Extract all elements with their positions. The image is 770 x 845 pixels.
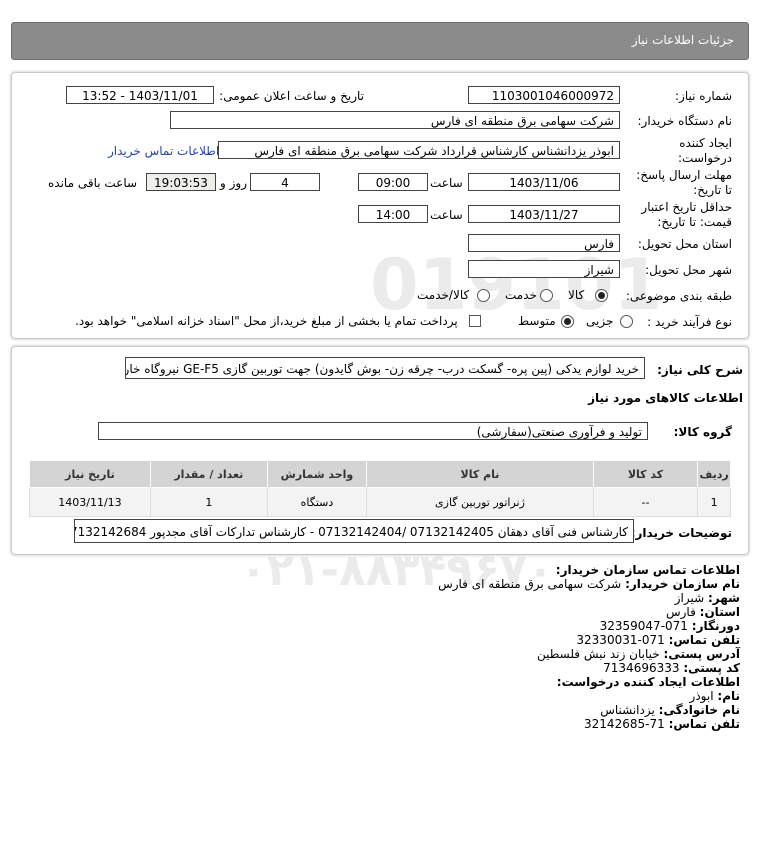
city-field[interactable]: شیراز bbox=[468, 260, 620, 278]
buyer-contact-link[interactable]: اطلاعات تماس خریدار bbox=[108, 144, 219, 158]
contact-phone: 071-32330031 bbox=[576, 633, 665, 647]
remaining-label: ساعت باقی مانده bbox=[48, 176, 138, 190]
process-option-minor: جزیی bbox=[586, 314, 614, 328]
category-radio-both[interactable] bbox=[477, 289, 490, 302]
category-option-goods: کالا bbox=[568, 288, 585, 302]
contact-city-line: شهر: شیراز bbox=[674, 591, 740, 605]
need-number-label: شماره نیاز: bbox=[675, 89, 732, 103]
creator-first-name: ابوذر bbox=[689, 689, 714, 703]
validity-date-field[interactable]: 1403/11/27 bbox=[468, 205, 620, 223]
page-header: جزئیات اطلاعات نیاز bbox=[11, 22, 749, 60]
creator-label-1: ایجاد کننده bbox=[679, 136, 732, 150]
province-field[interactable]: فارس bbox=[468, 234, 620, 252]
buyer-org-field[interactable]: شرکت سهامی برق منطقه ای فارس bbox=[170, 111, 620, 129]
process-radio-medium[interactable] bbox=[561, 315, 574, 328]
contact-address-line: آدرس پستی: خیابان زند نبش فلسطین bbox=[537, 647, 740, 661]
category-option-service: خدمت bbox=[505, 288, 537, 302]
announce-field[interactable]: 1403/11/01 - 13:52 bbox=[66, 86, 214, 104]
treasury-note: پرداخت تمام یا بخشی از مبلغ خرید،از محل … bbox=[75, 314, 458, 328]
creator-phone-line: تلفن تماس: 71-32142685 bbox=[584, 717, 740, 731]
page-title: جزئیات اطلاعات نیاز bbox=[631, 33, 734, 47]
contact-fax-line: دورنگار: 071-32359047 bbox=[599, 619, 740, 633]
table-row: 1 -- ژنراتور توربین گازی دستگاه 1 1403/1… bbox=[29, 487, 731, 517]
contact-postal-line: کد پستی: 7134696333 bbox=[603, 661, 740, 675]
buyer-notes-field: کارشناس فنی آقای دهقان 07132142405 /0713… bbox=[74, 519, 634, 543]
deadline-time-field[interactable]: 09:00 bbox=[358, 173, 428, 191]
validity-time-field[interactable]: 14:00 bbox=[358, 205, 428, 223]
category-radio-service[interactable] bbox=[540, 289, 553, 302]
deadline-time-label: ساعت bbox=[430, 176, 463, 190]
creator-label-2: درخواست: bbox=[678, 151, 732, 165]
cell-row: 1 bbox=[697, 487, 731, 517]
col-unit: واحد شمارش bbox=[266, 460, 368, 488]
contact-fax: 071-32359047 bbox=[599, 619, 688, 633]
creator-phone: 71-32142685 bbox=[584, 717, 665, 731]
summary-field: خرید لوازم یدکی (پین پره- گسکت درب- چرقه… bbox=[125, 357, 645, 379]
buyer-notes-label: توضیحات خریدار: bbox=[630, 526, 732, 540]
announce-label: تاریخ و ساعت اعلان عمومی: bbox=[219, 89, 364, 103]
days-count-field[interactable]: 4 bbox=[250, 173, 320, 191]
contact-org: شرکت سهامی برق منطقه ای فارس bbox=[438, 577, 622, 591]
days-label: روز و bbox=[220, 176, 247, 190]
contact-city: شیراز bbox=[674, 591, 705, 605]
contact-postal: 7134696333 bbox=[603, 661, 680, 675]
buyer-org-label: نام دستگاه خریدار: bbox=[637, 114, 733, 128]
process-label: نوع فرآیند خرید : bbox=[647, 315, 732, 329]
creator-first-name-line: نام: ابوذر bbox=[689, 689, 740, 703]
category-option-both: کالا/خدمت bbox=[417, 288, 470, 302]
contact-phone-line: تلفن تماس: 071-32330031 bbox=[576, 633, 740, 647]
contact-org-line: نام سازمان خریدار: شرکت سهامی برق منطقه … bbox=[438, 577, 740, 591]
process-radio-minor[interactable] bbox=[620, 315, 633, 328]
validity-label-2: قیمت: تا تاریخ: bbox=[657, 215, 732, 229]
validity-label-1: حداقل تاریخ اعتبار bbox=[641, 200, 732, 214]
goods-table-header: ردیف کد کالا نام کالا واحد شمارش تعداد /… bbox=[29, 460, 731, 488]
treasury-checkbox[interactable] bbox=[469, 315, 481, 327]
deadline-date-field[interactable]: 1403/11/06 bbox=[468, 173, 620, 191]
goods-group-field[interactable]: تولید و فرآوری صنعتی(سفارشی) bbox=[98, 422, 648, 440]
deadline-label-1: مهلت ارسال پاسخ: bbox=[636, 168, 732, 182]
cell-qty: 1 bbox=[149, 487, 268, 517]
creator-title: اطلاعات ایجاد کننده درخواست: bbox=[556, 675, 740, 689]
col-qty: تعداد / مقدار bbox=[149, 460, 268, 488]
goods-info-title: اطلاعات کالاهای مورد نیاز bbox=[588, 391, 743, 405]
deadline-label-2: تا تاریخ: bbox=[693, 183, 732, 197]
contact-address: خیابان زند نبش فلسطین bbox=[537, 647, 660, 661]
remaining-time-field: 19:03:53 bbox=[146, 173, 216, 191]
col-date: تاریخ نیاز bbox=[29, 460, 151, 488]
city-label: شهر محل تحویل: bbox=[645, 263, 732, 277]
contact-title: اطلاعات تماس سازمان خریدار: bbox=[555, 563, 740, 577]
creator-field[interactable]: ابوذر یزدانشناس کارشناس قرارداد شرکت سها… bbox=[218, 141, 620, 159]
creator-last-name: یزدانشناس bbox=[600, 703, 655, 717]
creator-last-name-line: نام خانوادگی: یزدانشناس bbox=[600, 703, 740, 717]
contact-province-line: استان: فارس bbox=[665, 605, 740, 619]
category-radio-goods[interactable] bbox=[595, 289, 608, 302]
validity-time-label: ساعت bbox=[430, 208, 463, 222]
col-name: نام کالا bbox=[366, 460, 594, 488]
summary-label: شرح کلی نیاز: bbox=[657, 363, 743, 377]
col-code: کد کالا bbox=[592, 460, 699, 488]
cell-date: 1403/11/13 bbox=[29, 487, 151, 517]
category-label: طبقه بندی موضوعی: bbox=[625, 289, 732, 303]
cell-code: -- bbox=[592, 487, 699, 517]
goods-group-label: گروه کالا: bbox=[673, 425, 732, 439]
col-row: ردیف bbox=[697, 460, 731, 488]
cell-unit: دستگاه bbox=[266, 487, 368, 517]
need-number-field[interactable]: 1103001046000972 bbox=[468, 86, 620, 104]
contact-province: فارس bbox=[665, 605, 696, 619]
goods-table: ردیف کد کالا نام کالا واحد شمارش تعداد /… bbox=[29, 460, 731, 517]
province-label: استان محل تحویل: bbox=[637, 237, 732, 251]
cell-name: ژنراتور توربین گازی bbox=[366, 487, 594, 517]
process-option-medium: متوسط bbox=[518, 314, 556, 328]
